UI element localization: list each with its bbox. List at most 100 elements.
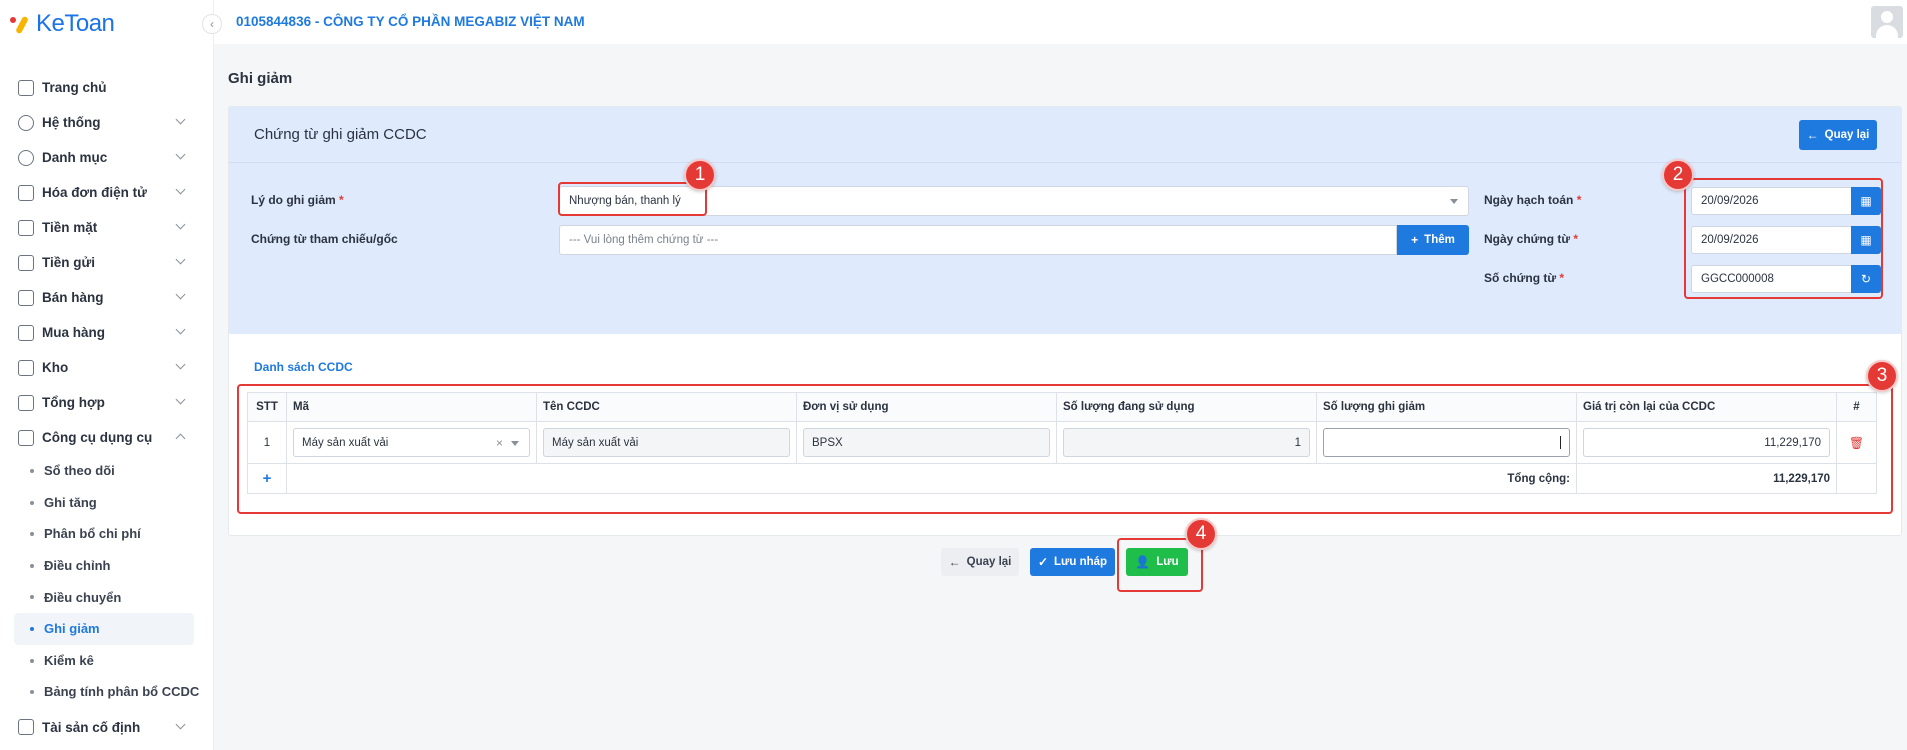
required-mark: * bbox=[339, 193, 344, 207]
sidebar-item-catalog[interactable]: Danh mục bbox=[0, 140, 214, 175]
warehouse-icon bbox=[18, 359, 34, 376]
chart-icon bbox=[18, 394, 34, 411]
sidebar-item-system[interactable]: Hệ thống bbox=[0, 105, 214, 140]
home-icon bbox=[18, 79, 34, 96]
purchase-icon bbox=[18, 324, 34, 341]
reason-label: Lý do ghi giảm * bbox=[251, 193, 344, 207]
sales-icon bbox=[18, 289, 34, 306]
page-title: Ghi giảm bbox=[228, 70, 293, 87]
sidebar-item-label: Mua hàng bbox=[42, 325, 105, 340]
sidebar-item-label: Tiền mặt bbox=[42, 220, 98, 235]
add-reference-button[interactable]: + Thêm bbox=[1397, 225, 1469, 255]
gear-icon bbox=[18, 114, 34, 131]
check-icon: ✓ bbox=[1037, 555, 1048, 569]
back-button[interactable]: ← Quay lại bbox=[941, 548, 1019, 576]
chevron-left-icon: ‹ bbox=[210, 17, 214, 31]
car-icon bbox=[18, 719, 34, 736]
avatar[interactable] bbox=[1871, 6, 1903, 38]
sidebar-item-label: Tổng hợp bbox=[42, 395, 105, 410]
form-header: Chứng từ ghi giảm CCDC ← Quay lại Lý do g… bbox=[229, 107, 1901, 334]
chevron-down-icon bbox=[175, 359, 186, 370]
sidebar-item-warehouse[interactable]: Kho bbox=[0, 350, 214, 385]
sidebar-item-purchase[interactable]: Mua hàng bbox=[0, 315, 214, 350]
sidebar-subitem-allocation-sheet[interactable]: Bảng tính phân bổ CCDC bbox=[0, 676, 214, 708]
logo-icon bbox=[10, 13, 32, 35]
reference-placeholder: --- Vui lòng thêm chứng từ --- bbox=[569, 234, 719, 246]
chevron-down-icon bbox=[175, 324, 186, 335]
sidebar-subitem-adjust[interactable]: Điều chỉnh bbox=[0, 550, 214, 582]
annotation-badge-2: 2 bbox=[1662, 159, 1694, 191]
chevron-down-icon bbox=[175, 114, 186, 125]
plus-icon: + bbox=[1411, 233, 1419, 247]
logo-text: KeToan bbox=[36, 10, 115, 37]
form-title: Chứng từ ghi giảm CCDC bbox=[254, 126, 427, 143]
sidebar-subitem-allocation[interactable]: Phân bổ chi phí bbox=[0, 518, 214, 550]
back-label: Quay lại bbox=[966, 556, 1012, 568]
sidebar-item-label: Tiền gửi bbox=[42, 255, 96, 270]
chevron-down-icon bbox=[175, 184, 186, 195]
sidebar-item-cash[interactable]: Tiền mặt bbox=[0, 210, 214, 245]
required-mark: * bbox=[1573, 232, 1579, 246]
sidebar-item-tools[interactable]: Công cụ dụng cụ bbox=[0, 420, 214, 455]
chevron-down-icon bbox=[175, 219, 186, 230]
save-draft-button[interactable]: ✓ Lưu nháp bbox=[1030, 548, 1115, 576]
sidebar-item-label: Kho bbox=[42, 360, 69, 375]
invoice-icon bbox=[18, 184, 34, 201]
sidebar-item-label: Công cụ dụng cụ bbox=[42, 430, 153, 445]
annotation-badge-3: 3 bbox=[1866, 360, 1898, 392]
posting-date-label: Ngày hạch toán * bbox=[1484, 193, 1581, 207]
voucher-date-label-text: Ngày chứng từ bbox=[1484, 232, 1571, 246]
chevron-down-icon bbox=[175, 394, 186, 405]
tools-icon bbox=[18, 429, 34, 446]
highlight-box-3 bbox=[237, 384, 1893, 514]
chevron-down-icon bbox=[1450, 199, 1458, 204]
sidebar-item-label: Hóa đơn điện tử bbox=[42, 185, 147, 200]
sidebar-nav: Trang chủ Hệ thống Danh mục Hóa đơn điện… bbox=[0, 70, 214, 745]
app-logo[interactable]: KeToan bbox=[10, 10, 115, 38]
sidebar: KeToan Trang chủ Hệ thống Danh mục Hóa đ… bbox=[0, 0, 214, 750]
company-name: 0105844836 - CÔNG TY CỔ PHẦN MEGABIZ VIỆ… bbox=[236, 14, 585, 29]
sidebar-item-label: Bán hàng bbox=[42, 290, 104, 305]
reference-label: Chứng từ tham chiếu/gốc bbox=[251, 232, 398, 246]
back-button-top[interactable]: ← Quay lại bbox=[1799, 120, 1877, 150]
add-button-label: Thêm bbox=[1424, 234, 1455, 246]
cash-icon bbox=[18, 219, 34, 236]
save-draft-label: Lưu nháp bbox=[1054, 556, 1108, 568]
grid-icon bbox=[18, 149, 34, 166]
sidebar-subitem-inventory[interactable]: Kiểm kê bbox=[0, 645, 214, 677]
posting-date-label-text: Ngày hạch toán bbox=[1484, 193, 1574, 207]
sidebar-subitem-tracking[interactable]: Sổ theo dõi bbox=[0, 455, 214, 487]
sidebar-subitem-decrease[interactable]: Ghi giảm bbox=[14, 612, 194, 645]
sidebar-subitem-transfer[interactable]: Điều chuyển bbox=[0, 581, 214, 613]
back-button-label: Quay lại bbox=[1824, 129, 1870, 141]
divider bbox=[229, 162, 1901, 163]
reason-label-text: Lý do ghi giảm bbox=[251, 193, 336, 207]
sidebar-item-einvoice[interactable]: Hóa đơn điện tử bbox=[0, 175, 214, 210]
voucher-no-label: Số chứng từ * bbox=[1484, 271, 1564, 285]
list-title: Danh sách CCDC bbox=[254, 360, 353, 374]
chevron-down-icon bbox=[175, 719, 186, 730]
sidebar-item-label: Hệ thống bbox=[42, 115, 101, 130]
sidebar-item-deposit[interactable]: Tiền gửi bbox=[0, 245, 214, 280]
sidebar-item-label: Trang chủ bbox=[42, 80, 107, 95]
sidebar-item-label: Danh mục bbox=[42, 150, 108, 165]
sidebar-item-summary[interactable]: Tổng hợp bbox=[0, 385, 214, 420]
sidebar-item-fixed-assets[interactable]: Tài sản cố định bbox=[0, 710, 214, 745]
chevron-down-icon bbox=[175, 254, 186, 265]
sidebar-collapse-button[interactable]: ‹ bbox=[202, 14, 222, 34]
highlight-box-2 bbox=[1684, 178, 1883, 299]
annotation-badge-1: 1 bbox=[684, 159, 716, 191]
sidebar-subitem-increase[interactable]: Ghi tăng bbox=[0, 487, 214, 519]
required-mark: * bbox=[1576, 193, 1582, 207]
reference-field[interactable]: --- Vui lòng thêm chứng từ --- bbox=[559, 225, 1397, 255]
sidebar-item-home[interactable]: Trang chủ bbox=[0, 70, 214, 105]
chevron-down-icon bbox=[175, 289, 186, 300]
voucher-no-label-text: Số chứng từ bbox=[1484, 271, 1557, 285]
chevron-down-icon bbox=[175, 149, 186, 160]
voucher-date-label: Ngày chứng từ * bbox=[1484, 232, 1578, 246]
required-mark: * bbox=[1559, 271, 1565, 285]
sidebar-item-sales[interactable]: Bán hàng bbox=[0, 280, 214, 315]
annotation-badge-4: 4 bbox=[1185, 518, 1217, 550]
chevron-up-icon bbox=[175, 433, 186, 444]
sidebar-item-label: Tài sản cố định bbox=[42, 719, 141, 735]
